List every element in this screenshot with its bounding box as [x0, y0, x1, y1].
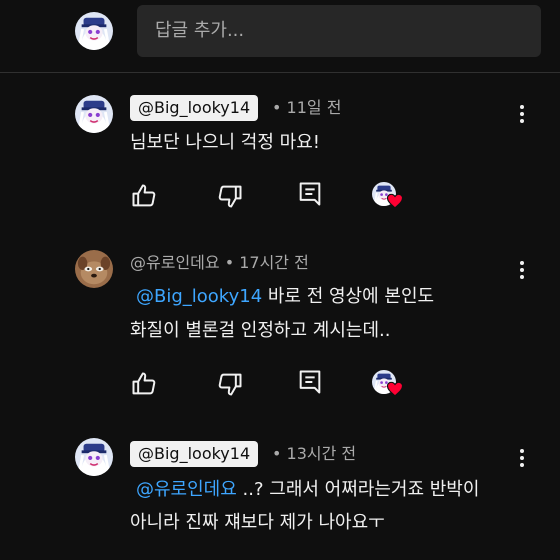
comment-author-chip[interactable]: @Big_looky14 [130, 95, 259, 121]
comment-text: 님보단 나으니 걱정 마요! [130, 132, 320, 153]
comment-text-line-2: 화질이 별론걸 인정하고 계시는데.. [130, 320, 391, 341]
current-user-avatar [75, 12, 113, 50]
mention-link[interactable]: @유로인데요 [136, 479, 237, 500]
mention-link[interactable]: @Big_looky14 [136, 286, 262, 307]
comment-author-chip[interactable]: @Big_looky14 [130, 441, 259, 467]
more-vert-icon[interactable] [512, 100, 532, 128]
comment-author[interactable]: @유로인데요 [130, 253, 220, 272]
comment-text-line-1: @Big_looky14 바로 전 영상에 본인도 [136, 286, 435, 307]
comment-avatar[interactable] [75, 95, 113, 133]
divider [0, 72, 560, 73]
comment-text-line-2: 아니라 진짜 쟤보다 제가 나아요ㅜ [130, 512, 385, 533]
comment-avatar[interactable] [75, 438, 113, 476]
thumb-down-icon[interactable] [216, 370, 244, 398]
more-vert-icon[interactable] [512, 444, 532, 472]
comment-header: @유로인데요 • 17시간 전 [130, 250, 309, 276]
creator-heart-icon [372, 182, 406, 216]
comment-text-line-1: @유로인데요 ..? 그래서 어쩌라는거죠 반박이 [136, 479, 480, 500]
comment-avatar[interactable] [75, 250, 113, 288]
comment-reply-icon[interactable] [296, 368, 324, 396]
thumb-down-icon[interactable] [216, 182, 244, 210]
comment-time: • 13시간 전 [272, 444, 357, 463]
comment-time: • 17시간 전 [224, 253, 309, 272]
creator-heart-icon [372, 370, 406, 404]
comment-reply-icon[interactable] [296, 180, 324, 208]
thumb-up-icon[interactable] [130, 370, 158, 398]
reply-input[interactable]: 답글 추가... [137, 5, 541, 57]
thumb-up-icon[interactable] [130, 182, 158, 210]
comment-time: • 11일 전 [272, 98, 342, 117]
more-vert-icon[interactable] [512, 256, 532, 284]
